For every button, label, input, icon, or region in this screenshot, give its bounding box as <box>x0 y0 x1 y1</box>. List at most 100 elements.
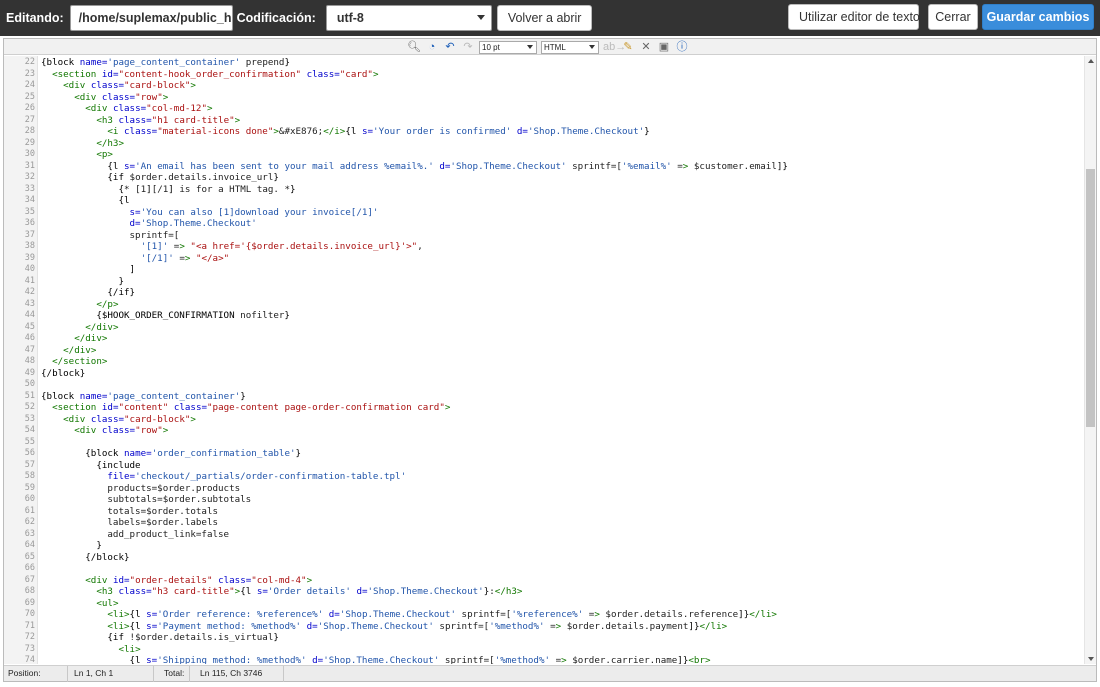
code-line[interactable]: '[/1]' => "</a>" <box>41 253 230 265</box>
code-line[interactable]: <h3 class="h1 card-title"> <box>41 115 240 127</box>
code-line[interactable]: d='Shop.Theme.Checkout' <box>41 218 257 230</box>
line-number: 26 <box>24 103 35 113</box>
line-number: 70 <box>24 609 35 619</box>
code-line[interactable]: </p> <box>41 299 118 311</box>
line-number: 53 <box>24 413 35 424</box>
reopen-button[interactable]: Volver a abrir <box>496 5 593 31</box>
code-line[interactable]: {l s='Shipping method: %method%' d='Shop… <box>41 655 711 664</box>
code-line[interactable]: {/block} <box>41 368 85 380</box>
code-line[interactable]: <section id="content-hook_order_confirma… <box>41 69 378 81</box>
code-line[interactable]: totals=$order.totals <box>41 506 218 518</box>
line-number: 28 <box>24 126 35 136</box>
close-button[interactable]: Cerrar <box>928 4 978 30</box>
code-line[interactable]: {block name='order_confirmation_table'} <box>41 448 301 460</box>
code-line[interactable]: labels=$order.labels <box>41 517 218 529</box>
line-number: 54 <box>24 425 35 435</box>
help-icon[interactable]: ⓘ <box>675 40 689 54</box>
fullscreen-icon[interactable]: ▣ <box>657 40 671 54</box>
redo-icon[interactable]: ↷ <box>461 40 475 54</box>
code-line[interactable]: <li>{l s='Payment method: %method%' d='S… <box>41 621 727 633</box>
syntax-select[interactable]: HTML <box>541 40 599 54</box>
scroll-thumb[interactable] <box>1086 169 1095 427</box>
code-line[interactable]: <div class="card-block"> <box>41 80 196 92</box>
code-line[interactable]: {block name='page_content_container' pre… <box>41 57 290 69</box>
go-to-line-icon[interactable]: ◔ <box>425 40 439 54</box>
code-line[interactable]: <section id="content" class="page-conten… <box>41 402 450 414</box>
code-line[interactable]: </div> <box>41 333 107 345</box>
code-line[interactable]: } <box>41 540 102 552</box>
scroll-up-icon[interactable] <box>1088 59 1094 63</box>
line-number: 36 <box>24 218 35 228</box>
line-number: 39 <box>24 252 35 263</box>
line-number: 50 <box>24 379 35 389</box>
code-line[interactable]: <div id="order-details" class="col-md-4"… <box>41 575 312 587</box>
line-number: 46 <box>24 333 35 343</box>
editing-label: Editando: <box>6 11 64 25</box>
line-number: 62 <box>24 517 35 527</box>
code-line[interactable]: {block name='page_content_container'} <box>41 391 246 403</box>
vertical-scrollbar[interactable] <box>1084 56 1096 664</box>
code-line[interactable]: subtotals=$order.subtotals <box>41 494 251 506</box>
code-line[interactable]: </h3> <box>41 138 124 150</box>
line-number: 35 <box>24 206 35 217</box>
code-line[interactable]: {include <box>41 460 140 472</box>
editor-toolbar: 🔍︎ ◔ ↶ ↷ 10 pt HTML ab→ ✎ ✕ ▣ ⓘ <box>4 39 1096 55</box>
code-line[interactable]: <i class="material-icons done">&#xE876;<… <box>41 126 649 138</box>
code-line[interactable]: } <box>41 276 124 288</box>
code-line[interactable]: ] <box>41 264 136 276</box>
code-line[interactable]: {* [1][/1] is for a HTML tag. *} <box>41 184 295 196</box>
text-editor-button[interactable]: Utilizar editor de texto <box>788 4 920 30</box>
code-line[interactable]: {l s='An email has been sent to your mai… <box>41 161 788 173</box>
search-icon[interactable]: 🔍︎ <box>407 40 421 54</box>
save-button[interactable]: Guardar cambios <box>982 4 1094 30</box>
reset-highlight-icon[interactable]: ✕ <box>639 40 653 54</box>
code-line[interactable]: <ul> <box>41 598 118 610</box>
undo-icon[interactable]: ↶ <box>443 40 457 54</box>
font-size-value: 10 pt <box>482 42 500 52</box>
code-line[interactable]: </div> <box>41 322 118 334</box>
file-path-input[interactable]: /home/suplemax/public_h <box>69 5 233 31</box>
code-line[interactable]: <li>{l s='Order reference: %reference%' … <box>41 609 777 621</box>
autocomplete-icon[interactable]: ab→ <box>603 40 626 54</box>
code-line[interactable]: {/if} <box>41 287 135 299</box>
line-number: 69 <box>24 597 35 608</box>
code-line[interactable]: {if !$order.details.is_virtual} <box>41 632 279 644</box>
line-number: 49 <box>24 367 35 378</box>
code-line[interactable]: s='You can also [1]download your invoice… <box>41 207 379 219</box>
code-line[interactable]: sprintf=[ <box>41 230 180 242</box>
code-line[interactable]: <div class="row"> <box>41 92 168 104</box>
code-line[interactable]: <h3 class="h3 card-title">{l s='Order de… <box>41 586 522 598</box>
total-value: Ln 115, Ch 3746 <box>190 666 284 682</box>
code-line[interactable]: <div class="col-md-12"> <box>41 103 212 115</box>
code-line[interactable]: '[1]' => "<a href='{$order.details.invoi… <box>41 241 423 253</box>
code-line[interactable]: file='checkout/_partials/order-confirmat… <box>41 471 406 483</box>
line-number: 60 <box>24 494 35 504</box>
code-line[interactable]: </div> <box>41 345 96 357</box>
code-editor: 🔍︎ ◔ ↶ ↷ 10 pt HTML ab→ ✎ ✕ ▣ ⓘ 22 23 24 25… <box>3 38 1097 682</box>
line-number: 64 <box>24 540 35 550</box>
status-bar: Position: Ln 1, Ch 1 Total: Ln 115, Ch 3… <box>4 665 1096 682</box>
line-number: 30 <box>24 149 35 159</box>
line-number: 59 <box>24 482 35 493</box>
code-line[interactable]: products=$order.products <box>41 483 240 495</box>
code-line[interactable]: add_product_link=false <box>41 529 229 541</box>
code-line[interactable]: <div class="card-block"> <box>41 414 196 426</box>
code-line[interactable]: {if $order.details.invoice_url} <box>41 172 279 184</box>
code-line[interactable]: {/block} <box>41 552 129 564</box>
line-number: 66 <box>24 563 35 573</box>
code-line[interactable]: <div class="row"> <box>41 425 168 437</box>
code-area[interactable]: 22 23 24 25 26 27 28 29 30 31 32 33 34 35 36 37 38 39 40 41… <box>4 56 1084 664</box>
encoding-value: utf-8 <box>336 11 364 25</box>
code-line[interactable]: <p> <box>41 149 113 161</box>
code-line[interactable]: {$HOOK_ORDER_CONFIRMATION nofilter} <box>41 310 290 322</box>
total-label: Total: <box>154 666 190 682</box>
line-number: 52 <box>24 402 35 412</box>
font-size-select[interactable]: 10 pt <box>479 40 537 54</box>
code-line[interactable]: {l <box>41 195 129 207</box>
encoding-select[interactable]: utf-8 <box>325 5 492 31</box>
highlight-icon[interactable]: ✎ <box>621 40 635 54</box>
line-number: 22 <box>24 57 35 67</box>
code-line[interactable]: <li> <box>41 644 140 656</box>
code-line[interactable]: </section> <box>41 356 107 368</box>
scroll-down-icon[interactable] <box>1088 657 1094 661</box>
